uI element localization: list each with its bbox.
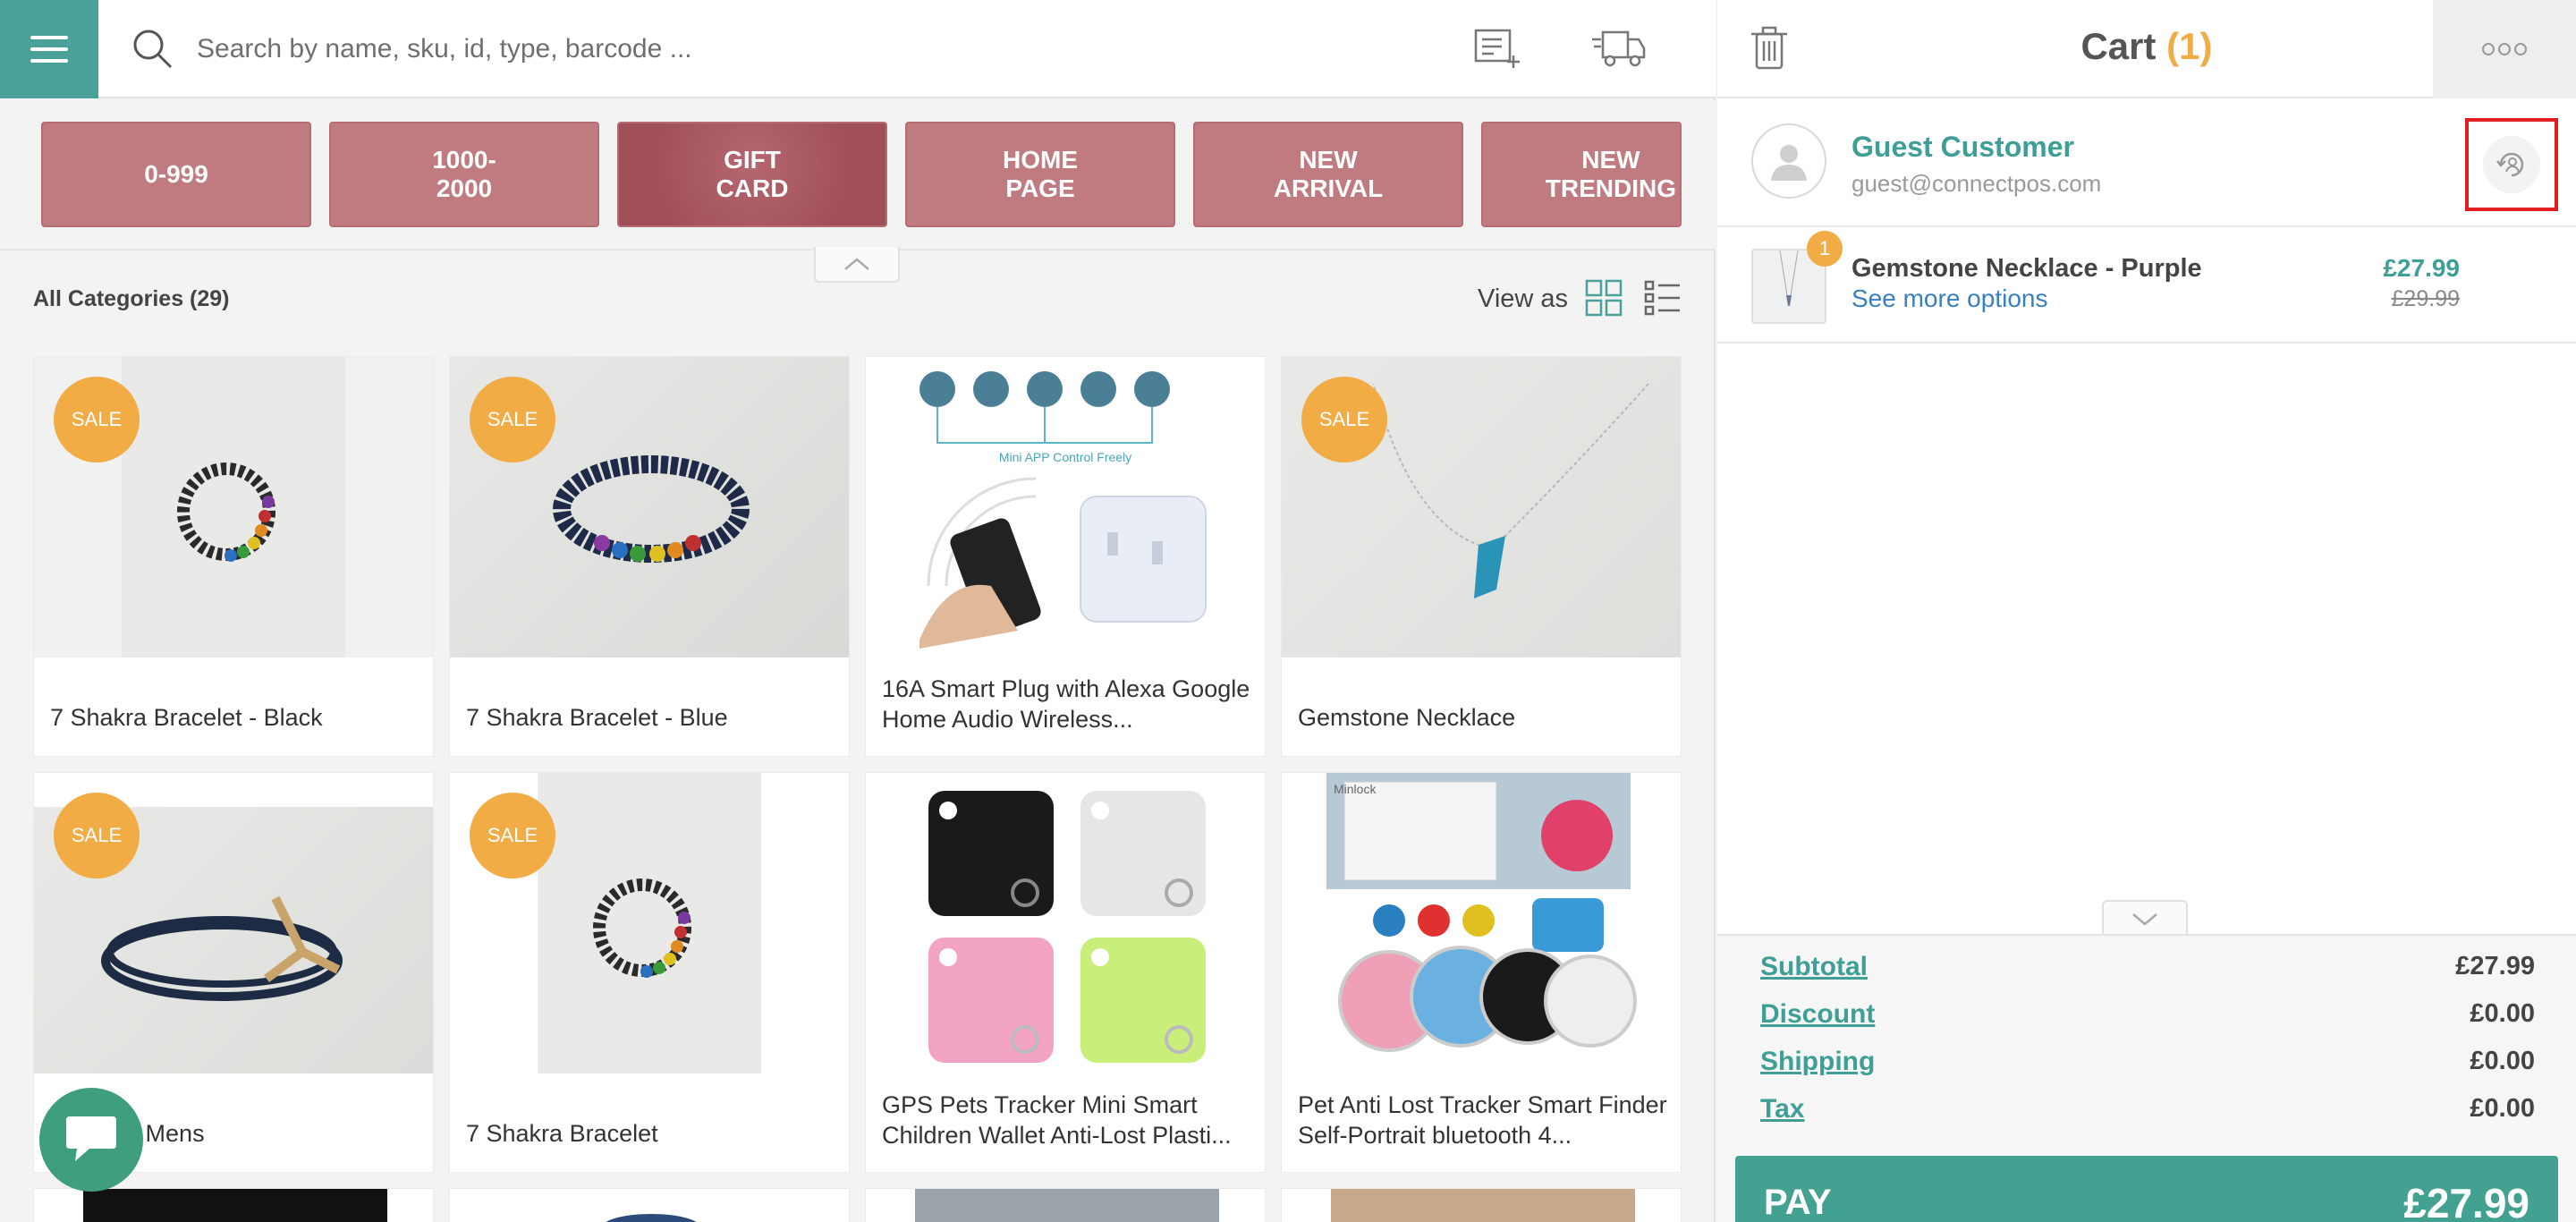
cart-item-quantity: 1 (1807, 231, 1843, 267)
product-name: Pet Anti Lost Tracker Smart Finder Self-… (1298, 1091, 1667, 1149)
necklace-image (1372, 384, 1649, 598)
product-image: Mini APP Control Freely (866, 357, 1265, 658)
product-name: 7 Shakra Bracelet (466, 1120, 658, 1147)
category-button[interactable]: GIFT CARD (617, 122, 887, 227)
product-card[interactable]: Minlock Pet Anti Lost Tracker Smart Find… (1281, 772, 1682, 1173)
chat-button[interactable] (39, 1088, 143, 1192)
shipping-value: £0.00 (2470, 1047, 2535, 1075)
product-card[interactable]: Mini APP Control Freely 16A Smart Plug w… (865, 356, 1266, 757)
user-icon (1771, 145, 1807, 181)
product-card[interactable]: SALE 7 Shakra Bracelet - Black (33, 356, 434, 757)
view-as-label: View as (1478, 284, 1569, 313)
discount-value: £0.00 (2470, 999, 2535, 1028)
avatar (1751, 123, 1826, 199)
product-card[interactable] (33, 1188, 434, 1222)
product-name: 16A Smart Plug with Alexa Google Home Au… (882, 675, 1250, 733)
customer-name[interactable]: Guest Customer (1852, 131, 2074, 164)
grid-view-icon[interactable] (1585, 279, 1623, 317)
shipping-label[interactable]: Shipping (1760, 1047, 1875, 1077)
image-caption: Mini APP Control Freely (998, 450, 1132, 464)
product-card[interactable]: SALE 7 Shakra Bracelet - Blue (449, 356, 850, 757)
bracelet-image (177, 462, 275, 562)
category-button[interactable]: HOME PAGE (905, 122, 1175, 227)
catalog-panel: 0-999 1000- 2000 GIFT CARD HOME PAGE NEW… (0, 0, 1716, 1222)
sale-badge: SALE (470, 793, 555, 878)
category-button[interactable]: NEW TRENDING (1481, 122, 1682, 227)
search-input[interactable] (197, 27, 1360, 72)
anchor-bracelet-image (101, 895, 343, 1001)
pay-label: PAY (1764, 1183, 1832, 1222)
sale-badge: SALE (54, 793, 140, 878)
customer-section: Guest Customer guest@connectpos.com (1717, 100, 2576, 227)
subtotal-label[interactable]: Subtotal (1760, 952, 1868, 982)
product-card[interactable]: SALE 7 Shakra Bracelet (449, 772, 850, 1173)
product-name: 7 Shakra Bracelet - Blue (466, 704, 728, 731)
sale-badge: SALE (1301, 377, 1387, 462)
product-name: 7 Shakra Bracelet - Black (50, 704, 323, 731)
change-customer-button[interactable] (2465, 118, 2558, 211)
menu-button[interactable] (0, 0, 98, 98)
subtotal-value: £27.99 (2455, 952, 2535, 980)
product-card[interactable] (449, 1188, 850, 1222)
image-caption: Minlock (1334, 782, 1377, 796)
sale-badge: SALE (54, 377, 140, 462)
discount-row: Discount £0.00 (1760, 999, 2535, 1039)
tax-row: Tax £0.00 (1760, 1094, 2535, 1133)
cart-item-price: £27.99 (2383, 254, 2460, 282)
chat-icon (66, 1116, 116, 1161)
list-view-icon[interactable] (1644, 279, 1682, 317)
product-image: Minlock (1282, 773, 1681, 1073)
gps-tracker-image (928, 791, 1206, 1063)
pay-amount: £27.99 (2403, 1180, 2529, 1222)
bracelet-image (553, 455, 750, 563)
customer-switch-icon (2496, 152, 2524, 177)
top-bar (0, 0, 1716, 98)
cart-item[interactable]: 1 Gemstone Necklace - Purple See more op… (1717, 227, 2576, 344)
product-card[interactable] (1281, 1188, 1682, 1222)
subtotal-row: Subtotal £27.99 (1760, 952, 2535, 991)
more-options-button[interactable] (2433, 0, 2576, 98)
product-name: GPS Pets Tracker Mini Smart Children Wal… (882, 1091, 1232, 1149)
pos-app: 0-999 1000- 2000 GIFT CARD HOME PAGE NEW… (0, 0, 2576, 1222)
customer-email: guest@connectpos.com (1852, 170, 2102, 197)
pay-button[interactable]: PAY £27.99 (1735, 1156, 2558, 1222)
cart-item-name: Gemstone Necklace - Purple (1852, 254, 2202, 283)
smart-plug-image (919, 371, 1207, 649)
expand-totals-button[interactable] (2102, 900, 2188, 936)
see-more-options-link[interactable]: See more options (1852, 284, 2047, 313)
category-button[interactable]: 0-999 (41, 122, 311, 227)
totals-section: Subtotal £27.99 Discount £0.00 Shipping … (1717, 934, 2576, 1222)
bracelet-image (593, 878, 691, 978)
category-bar: 0-999 1000- 2000 GIFT CARD HOME PAGE NEW… (0, 100, 1716, 250)
menu-icon (30, 36, 68, 39)
cart-item-original-price: £29.99 (2391, 286, 2460, 311)
more-icon (2482, 43, 2495, 55)
shipping-row: Shipping £0.00 (1760, 1047, 2535, 1086)
chevron-down-icon (2132, 913, 2157, 926)
product-card[interactable]: GPS Pets Tracker Mini Smart Children Wal… (865, 772, 1266, 1173)
product-image (866, 773, 1265, 1073)
shipping-truck-icon[interactable] (1590, 25, 1648, 72)
tax-label[interactable]: Tax (1760, 1094, 1804, 1124)
tax-value: £0.00 (2470, 1094, 2535, 1123)
chevron-up-icon (844, 258, 869, 270)
cart-panel: Cart (1) Guest Customer guest@connectpos… (1717, 0, 2576, 1222)
cart-count: (1) (2166, 25, 2213, 67)
product-name: Gemstone Necklace (1298, 704, 1516, 731)
pet-tracker-image (1326, 773, 1637, 1052)
collapse-categories-button[interactable] (814, 247, 900, 283)
product-card[interactable] (865, 1188, 1266, 1222)
category-button[interactable]: NEW ARRIVAL (1193, 122, 1463, 227)
product-card[interactable]: SALE Gemstone Necklace (1281, 356, 1682, 757)
category-title: All Categories (29) (33, 286, 230, 311)
category-button[interactable]: 1000- 2000 (329, 122, 599, 227)
cart-header: Cart (1) (1717, 0, 2576, 98)
discount-label[interactable]: Discount (1760, 999, 1875, 1030)
sale-badge: SALE (470, 377, 555, 462)
search-icon (133, 30, 173, 69)
add-note-icon[interactable] (1472, 25, 1522, 72)
